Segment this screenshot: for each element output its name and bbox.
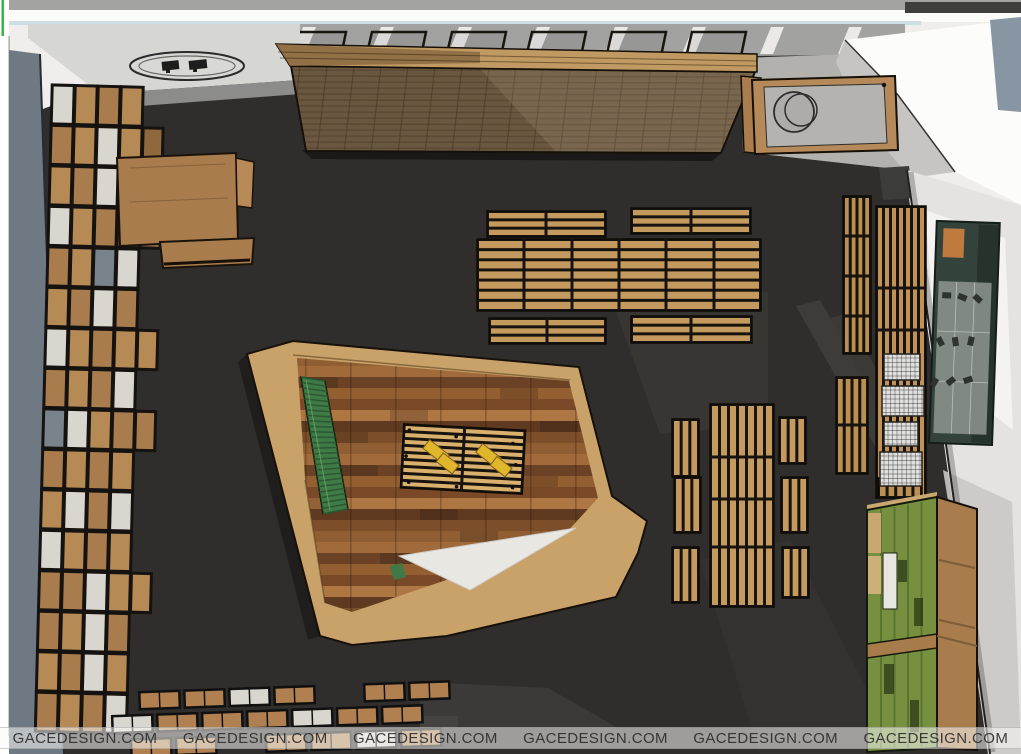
chair-1-leg	[166, 70, 170, 73]
desk-side-flap	[236, 158, 254, 208]
wire-basket	[884, 354, 920, 380]
chair-2-leg	[193, 69, 197, 72]
watermark-band: GACEDESIGN.COM GACEDESIGN.COM GACEDESIGN…	[0, 727, 1021, 749]
counter-dot	[882, 83, 886, 87]
bench	[674, 477, 701, 533]
poster-photo-area	[933, 281, 991, 435]
long-table-top	[477, 239, 761, 311]
green-cabinet	[867, 492, 977, 752]
wire-basket	[882, 386, 924, 416]
bench	[489, 318, 606, 344]
vertical-table	[710, 404, 774, 607]
desk-top	[117, 153, 238, 246]
rack-column	[843, 196, 871, 354]
counter	[741, 76, 898, 154]
axis-line-green	[2, 0, 5, 36]
left-margin	[0, 0, 9, 754]
bench	[672, 419, 699, 477]
chair-1	[162, 60, 180, 71]
counter-basin	[774, 92, 814, 132]
chair-2	[189, 59, 208, 70]
wire-basket	[884, 422, 918, 446]
wall-racks	[836, 196, 926, 498]
rack-column	[836, 377, 868, 474]
scene-svg	[0, 0, 1021, 754]
bench	[781, 477, 808, 533]
bench	[672, 547, 699, 603]
cabinet-dark-slot-1	[898, 560, 907, 582]
render-canvas: GACEDESIGN.COM GACEDESIGN.COM GACEDESIGN…	[0, 0, 1021, 754]
cabinet-white-cell	[883, 553, 897, 609]
watermark-text: GACEDESIGN.COM	[523, 730, 668, 747]
cabinet-tan-cell-2	[868, 556, 881, 594]
bench	[631, 208, 751, 234]
slat-feature-wall	[276, 44, 760, 161]
bench	[487, 211, 606, 237]
watermark-text: GACEDESIGN.COM	[693, 730, 838, 747]
top-outer-strip	[0, 0, 1021, 10]
top-white-band	[0, 10, 1021, 22]
bench	[779, 417, 806, 464]
watermark-text: GACEDESIGN.COM	[863, 730, 1008, 747]
wire-basket	[880, 452, 922, 486]
cabinet-dark-slot-2	[914, 598, 923, 626]
watermark-text: GACEDESIGN.COM	[353, 730, 498, 747]
cabinet-dark-slot-3	[884, 664, 894, 694]
bench	[631, 316, 752, 343]
poster-orange-block	[943, 228, 965, 258]
watermark-text: GACEDESIGN.COM	[183, 730, 328, 747]
watermark-text: GACEDESIGN.COM	[13, 730, 158, 747]
cabinet-tan-cell-1	[868, 513, 881, 553]
wall-poster	[927, 221, 999, 445]
platform-furniture	[400, 424, 525, 494]
bench	[782, 547, 809, 598]
top-right-dark-bar	[905, 2, 1021, 13]
platform-table	[400, 424, 525, 494]
platform-table-top	[400, 424, 525, 494]
